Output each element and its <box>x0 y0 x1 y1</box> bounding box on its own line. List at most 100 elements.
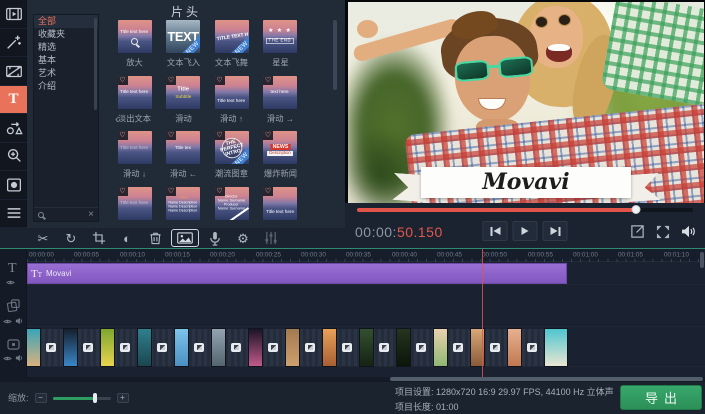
next-frame-button[interactable] <box>543 221 568 241</box>
title-template[interactable]: ♡TitleSubtitle滑动 <box>159 76 208 125</box>
title-template[interactable]: ♡THE PERFECT INTRONEW潮流图章 <box>207 131 256 180</box>
delete-icon[interactable] <box>143 229 167 247</box>
color-icon[interactable]: ◐ <box>115 229 139 247</box>
tool-media[interactable] <box>0 0 27 29</box>
tool-callouts[interactable] <box>0 114 27 143</box>
properties-icon[interactable] <box>259 229 283 247</box>
video-clip-thumbnail[interactable] <box>249 329 262 366</box>
zoom-slider[interactable] <box>53 393 111 403</box>
favorite-heart-icon[interactable]: ♡ <box>118 187 128 196</box>
video-track-visibility-eye-icon[interactable] <box>3 355 12 362</box>
grid-scrollbar[interactable] <box>333 20 337 90</box>
title-template[interactable]: ♡Title text here <box>256 187 305 223</box>
playhead-marker[interactable] <box>480 249 484 260</box>
category-item[interactable]: 艺术 <box>34 67 98 80</box>
favorite-heart-icon[interactable]: ♡ <box>215 76 225 85</box>
title-template[interactable]: TEXTNEW文本飞入 <box>159 20 208 69</box>
favorite-heart-icon[interactable]: ♡ <box>118 76 128 85</box>
seek-bar[interactable] <box>357 208 693 212</box>
title-clip[interactable]: TT Movavi <box>27 263 567 284</box>
favorite-heart-icon[interactable]: ♡ <box>215 131 225 140</box>
title-template[interactable]: ♡NEWSDescription爆炸新闻 <box>256 131 305 180</box>
record-icon[interactable] <box>203 229 227 247</box>
overlay-track-mute-speaker-icon[interactable] <box>15 317 23 325</box>
transition-icon[interactable] <box>120 343 130 352</box>
seek-handle[interactable] <box>631 205 640 214</box>
transition-icon[interactable] <box>379 343 389 352</box>
transition-icon[interactable] <box>416 343 426 352</box>
split-icon[interactable]: ✂ <box>31 229 55 247</box>
title-template[interactable]: ♡Title text here淡出文本 <box>110 76 159 125</box>
volume-icon[interactable] <box>681 225 697 238</box>
video-clip-thumbnail[interactable] <box>360 329 373 366</box>
title-template[interactable]: ♡TitleName DescriptionName DescriptionNa… <box>159 187 208 223</box>
transition-icon[interactable] <box>305 343 315 352</box>
title-template[interactable]: Title text here放大 <box>110 20 159 69</box>
title-template[interactable]: ♡Title text here滑动 ↓ <box>110 131 159 180</box>
zoom-out-button[interactable]: − <box>35 393 47 403</box>
video-track-mute-speaker-icon[interactable] <box>15 354 23 362</box>
image-icon[interactable] <box>171 229 199 247</box>
tool-filters[interactable] <box>0 29 27 58</box>
settings-icon[interactable]: ⚙ <box>231 229 255 247</box>
title-template[interactable]: ♡DirectorName SurnameProducerName Surnam… <box>207 187 256 223</box>
timeline-ruler[interactable]: 00:00:0000:00:0500:00:1000:00:1500:00:20… <box>0 249 705 262</box>
category-item[interactable]: 精选 <box>34 41 98 54</box>
title-template[interactable]: ★ ★ ★THE END星星 <box>256 20 305 69</box>
video-clip-thumbnail[interactable] <box>27 329 40 366</box>
timeline-vertical-scrollbar[interactable] <box>700 252 704 268</box>
tool-more[interactable] <box>0 200 27 229</box>
title-template[interactable]: ♡Title tex滑动 ← <box>159 131 208 180</box>
title-template[interactable]: TITLE TEXT HNEW文本飞舞 <box>207 20 256 69</box>
tool-titles[interactable]: T <box>0 86 27 115</box>
transition-icon[interactable] <box>83 343 93 352</box>
transition-icon[interactable] <box>194 343 204 352</box>
category-scrollbar[interactable] <box>94 18 97 110</box>
transition-icon[interactable] <box>157 343 167 352</box>
previous-frame-button[interactable] <box>483 221 508 241</box>
horizontal-scrollbar-thumb[interactable] <box>390 377 703 381</box>
play-button[interactable] <box>513 221 538 241</box>
playhead[interactable] <box>482 249 483 377</box>
video-clip-thumbnail[interactable] <box>323 329 336 366</box>
video-clip-thumbnail[interactable] <box>138 329 151 366</box>
category-item[interactable]: 全部 <box>34 15 98 28</box>
category-item[interactable]: 基本 <box>34 54 98 67</box>
video-clip-thumbnail[interactable] <box>286 329 299 366</box>
favorite-heart-icon[interactable]: ♡ <box>263 76 273 85</box>
video-clip-thumbnail[interactable] <box>175 329 188 366</box>
transition-icon[interactable] <box>46 343 56 352</box>
transition-icon[interactable] <box>231 343 241 352</box>
title-template[interactable]: ♡Title text here <box>110 187 159 223</box>
search-bar[interactable]: × <box>34 207 98 221</box>
zoom-in-button[interactable]: + <box>117 393 129 403</box>
zoom-slider-handle[interactable] <box>93 393 97 403</box>
favorite-heart-icon[interactable]: ♡ <box>118 131 128 140</box>
video-clip-thumbnail[interactable] <box>212 329 225 366</box>
favorite-heart-icon[interactable]: ♡ <box>166 76 176 85</box>
title-template[interactable]: ♡text here滑动 → <box>256 76 305 125</box>
tool-transitions[interactable] <box>0 57 27 86</box>
export-button[interactable]: 导出 <box>620 385 702 410</box>
transition-icon[interactable] <box>342 343 352 352</box>
video-clip-thumbnail[interactable] <box>397 329 410 366</box>
video-clip-thumbnail[interactable] <box>508 329 521 366</box>
video-clip-thumbnail[interactable] <box>434 329 447 366</box>
share-icon[interactable] <box>630 224 645 239</box>
overlay-track[interactable] <box>0 286 705 327</box>
crop-icon[interactable] <box>87 229 111 247</box>
transition-icon[interactable] <box>453 343 463 352</box>
clear-search-icon[interactable]: × <box>88 210 94 220</box>
fullscreen-icon[interactable] <box>656 225 670 239</box>
transition-icon[interactable] <box>490 343 500 352</box>
transition-icon[interactable] <box>527 343 537 352</box>
favorite-heart-icon[interactable]: ♡ <box>166 187 176 196</box>
titles-track-visibility-eye-icon[interactable] <box>6 279 15 286</box>
transition-icon[interactable] <box>268 343 278 352</box>
overlay-track-visibility-eye-icon[interactable] <box>3 318 12 325</box>
rotate-icon[interactable]: ↻ <box>59 229 83 247</box>
title-template[interactable]: ♡Title text here滑动 ↑ <box>207 76 256 125</box>
favorite-heart-icon[interactable]: ♡ <box>263 187 273 196</box>
video-clip-thumbnail[interactable] <box>64 329 77 366</box>
tool-panzoom[interactable] <box>0 143 27 172</box>
